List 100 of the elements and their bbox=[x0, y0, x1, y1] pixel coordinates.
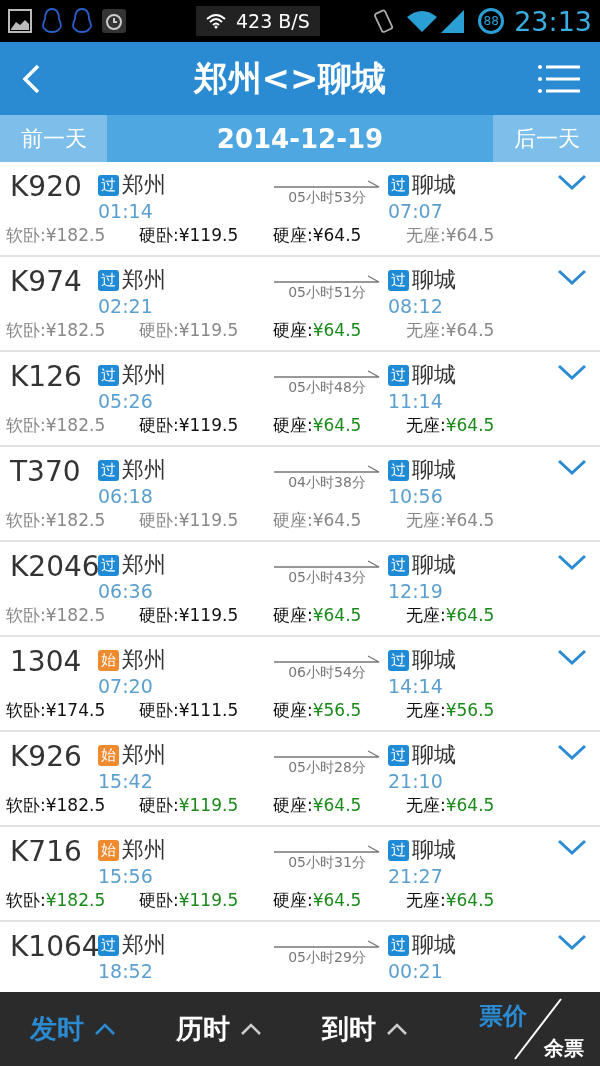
train-number: K716 bbox=[9, 835, 83, 868]
arrival-time: 21:27 bbox=[388, 865, 443, 887]
arrival-time: 14:14 bbox=[388, 675, 443, 697]
alarm-clock-icon bbox=[102, 9, 126, 33]
departure-time: 02:21 bbox=[98, 295, 153, 317]
seat-price: 硬座:¥64.5 bbox=[273, 319, 363, 342]
train-number: K1064 bbox=[9, 930, 98, 963]
chevron-down-icon[interactable] bbox=[557, 839, 587, 856]
back-icon[interactable] bbox=[20, 62, 42, 95]
train-row[interactable]: K920 过 郑州 01:14 05小时53分 过 聊城 07:07 软卧:¥182.5 硬卧:¥119.5 硬座:¥64.5 无座:¥64.5 bbox=[0, 162, 600, 257]
chevron-down-icon[interactable] bbox=[557, 554, 587, 571]
station-name: 聊城 bbox=[412, 741, 456, 769]
page-title: 郑州<>聊城 bbox=[193, 56, 387, 100]
station-type-badge: 始 bbox=[98, 744, 119, 766]
sort-button[interactable]: 到时 bbox=[322, 1011, 408, 1047]
station-type-badge: 过 bbox=[98, 554, 119, 576]
station-type-badge: 过 bbox=[388, 459, 409, 481]
station-type-badge: 过 bbox=[388, 174, 409, 196]
train-number: K926 bbox=[9, 740, 83, 773]
seat-price: 无座:¥64.5 bbox=[406, 509, 496, 532]
picture-icon bbox=[8, 9, 32, 33]
seat-price: 硬座:¥64.5 bbox=[273, 509, 363, 532]
arrival-time: 07:07 bbox=[388, 200, 443, 222]
station-name: 郑州 bbox=[122, 551, 166, 579]
station-name: 郑州 bbox=[122, 361, 166, 389]
seat-price: 硬座:¥64.5 bbox=[273, 224, 363, 247]
seat-price: 无座:¥64.5 bbox=[406, 794, 496, 817]
seat-price: 无座:¥64.5 bbox=[406, 319, 496, 342]
train-row[interactable]: K974 过 郑州 02:21 05小时51分 过 聊城 08:12 软卧:¥182.5 硬卧:¥119.5 硬座:¥64.5 无座:¥64.5 bbox=[0, 257, 600, 352]
station-type-badge: 过 bbox=[388, 269, 409, 291]
menu-icon[interactable] bbox=[538, 63, 580, 94]
station-type-badge: 过 bbox=[388, 554, 409, 576]
chevron-down-icon[interactable] bbox=[557, 364, 587, 381]
station-type-badge: 过 bbox=[388, 649, 409, 671]
station-name: 聊城 bbox=[412, 551, 456, 579]
departure-time: 05:26 bbox=[98, 390, 153, 412]
caret-up-icon bbox=[94, 1022, 116, 1036]
seat-price: 硬卧:¥119.5 bbox=[139, 224, 240, 247]
station-type-badge: 始 bbox=[98, 839, 119, 861]
seat-price: 硬座:¥56.5 bbox=[273, 699, 363, 722]
chevron-down-icon[interactable] bbox=[557, 934, 587, 951]
sort-button[interactable]: 历时 bbox=[176, 1011, 262, 1047]
chevron-down-icon[interactable] bbox=[557, 269, 587, 286]
departure-time: 06:36 bbox=[98, 580, 153, 602]
station-type-badge: 过 bbox=[98, 269, 119, 291]
date-text: 2014-12-19 bbox=[215, 122, 385, 156]
station-name: 郑州 bbox=[122, 646, 166, 674]
seat-price: 硬卧:¥119.5 bbox=[139, 604, 240, 627]
seat-price: 硬座:¥64.5 bbox=[273, 889, 363, 912]
seat-price: 硬卧:¥119.5 bbox=[139, 889, 240, 912]
station-name: 郑州 bbox=[122, 456, 166, 484]
train-number: K920 bbox=[9, 170, 83, 203]
train-number: K2046 bbox=[9, 550, 98, 583]
station-type-badge: 过 bbox=[98, 364, 119, 386]
seat-price: 无座:¥64.5 bbox=[406, 414, 496, 437]
station-type-badge: 过 bbox=[388, 364, 409, 386]
seat-price: 硬座:¥64.5 bbox=[273, 414, 363, 437]
train-number: K126 bbox=[9, 360, 83, 393]
price-tickets-sort-button[interactable]: 票价 余票 bbox=[475, 994, 590, 1064]
clock-time: 23:13 bbox=[514, 5, 592, 37]
train-row[interactable]: K716 始 郑州 15:56 05小时31分 过 聊城 21:27 软卧:¥182.5 硬卧:¥119.5 硬座:¥64.5 无座:¥64.5 bbox=[0, 827, 600, 922]
station-name: 郑州 bbox=[122, 931, 166, 959]
chevron-down-icon[interactable] bbox=[557, 459, 587, 476]
sort-button[interactable]: 发时 bbox=[30, 1011, 116, 1047]
duration-text: 05小时43分 bbox=[288, 569, 366, 587]
station-type-badge: 过 bbox=[98, 934, 119, 956]
arrival-time: 12:19 bbox=[388, 580, 443, 602]
departure-time: 07:20 bbox=[98, 675, 153, 697]
chevron-down-icon[interactable] bbox=[557, 744, 587, 761]
seat-price: 硬座:¥64.5 bbox=[273, 604, 363, 627]
seat-price: 硬座:¥64.5 bbox=[273, 794, 363, 817]
station-type-badge: 始 bbox=[98, 649, 119, 671]
train-row[interactable]: K126 过 郑州 05:26 05小时48分 过 聊城 11:14 软卧:¥182.5 硬卧:¥119.5 硬座:¥64.5 无座:¥64.5 bbox=[0, 352, 600, 447]
seat-price: 软卧:¥182.5 bbox=[6, 224, 107, 247]
wifi-icon bbox=[206, 13, 226, 29]
train-row[interactable]: T370 过 郑州 06:18 04小时38分 过 聊城 10:56 软卧:¥182.5 硬卧:¥119.5 硬座:¥64.5 无座:¥64.5 bbox=[0, 447, 600, 542]
departure-time: 06:18 bbox=[98, 485, 153, 507]
penguin-icon bbox=[42, 8, 62, 34]
train-number: K974 bbox=[9, 265, 83, 298]
duration-text: 05小时29分 bbox=[288, 949, 366, 967]
arrival-time: 10:56 bbox=[388, 485, 443, 507]
arrival-time: 08:12 bbox=[388, 295, 443, 317]
chevron-down-icon[interactable] bbox=[557, 174, 587, 191]
battery-indicator: 88 bbox=[478, 8, 505, 34]
seat-price: 软卧:¥182.5 bbox=[6, 889, 107, 912]
station-name: 郑州 bbox=[122, 266, 166, 294]
seat-price: 无座:¥64.5 bbox=[406, 889, 496, 912]
seat-price: 硬卧:¥119.5 bbox=[139, 794, 240, 817]
departure-time: 15:56 bbox=[98, 865, 153, 887]
train-number: 1304 bbox=[9, 645, 83, 678]
duration-text: 05小时51分 bbox=[288, 284, 366, 302]
train-row[interactable]: K926 始 郑州 15:42 05小时28分 过 聊城 21:10 软卧:¥182.5 硬卧:¥119.5 硬座:¥64.5 无座:¥64.5 bbox=[0, 732, 600, 827]
chevron-down-icon[interactable] bbox=[557, 649, 587, 666]
station-name: 郑州 bbox=[122, 741, 166, 769]
seat-price: 无座:¥64.5 bbox=[406, 604, 496, 627]
train-row[interactable]: 1304 始 郑州 07:20 06小时54分 过 聊城 14:14 软卧:¥174.5 硬卧:¥111.5 硬座:¥56.5 无座:¥56.5 bbox=[0, 637, 600, 732]
duration-text: 05小时53分 bbox=[288, 189, 366, 207]
station-name: 聊城 bbox=[412, 646, 456, 674]
seat-price: 软卧:¥182.5 bbox=[6, 794, 107, 817]
seat-price: 软卧:¥182.5 bbox=[6, 509, 107, 532]
